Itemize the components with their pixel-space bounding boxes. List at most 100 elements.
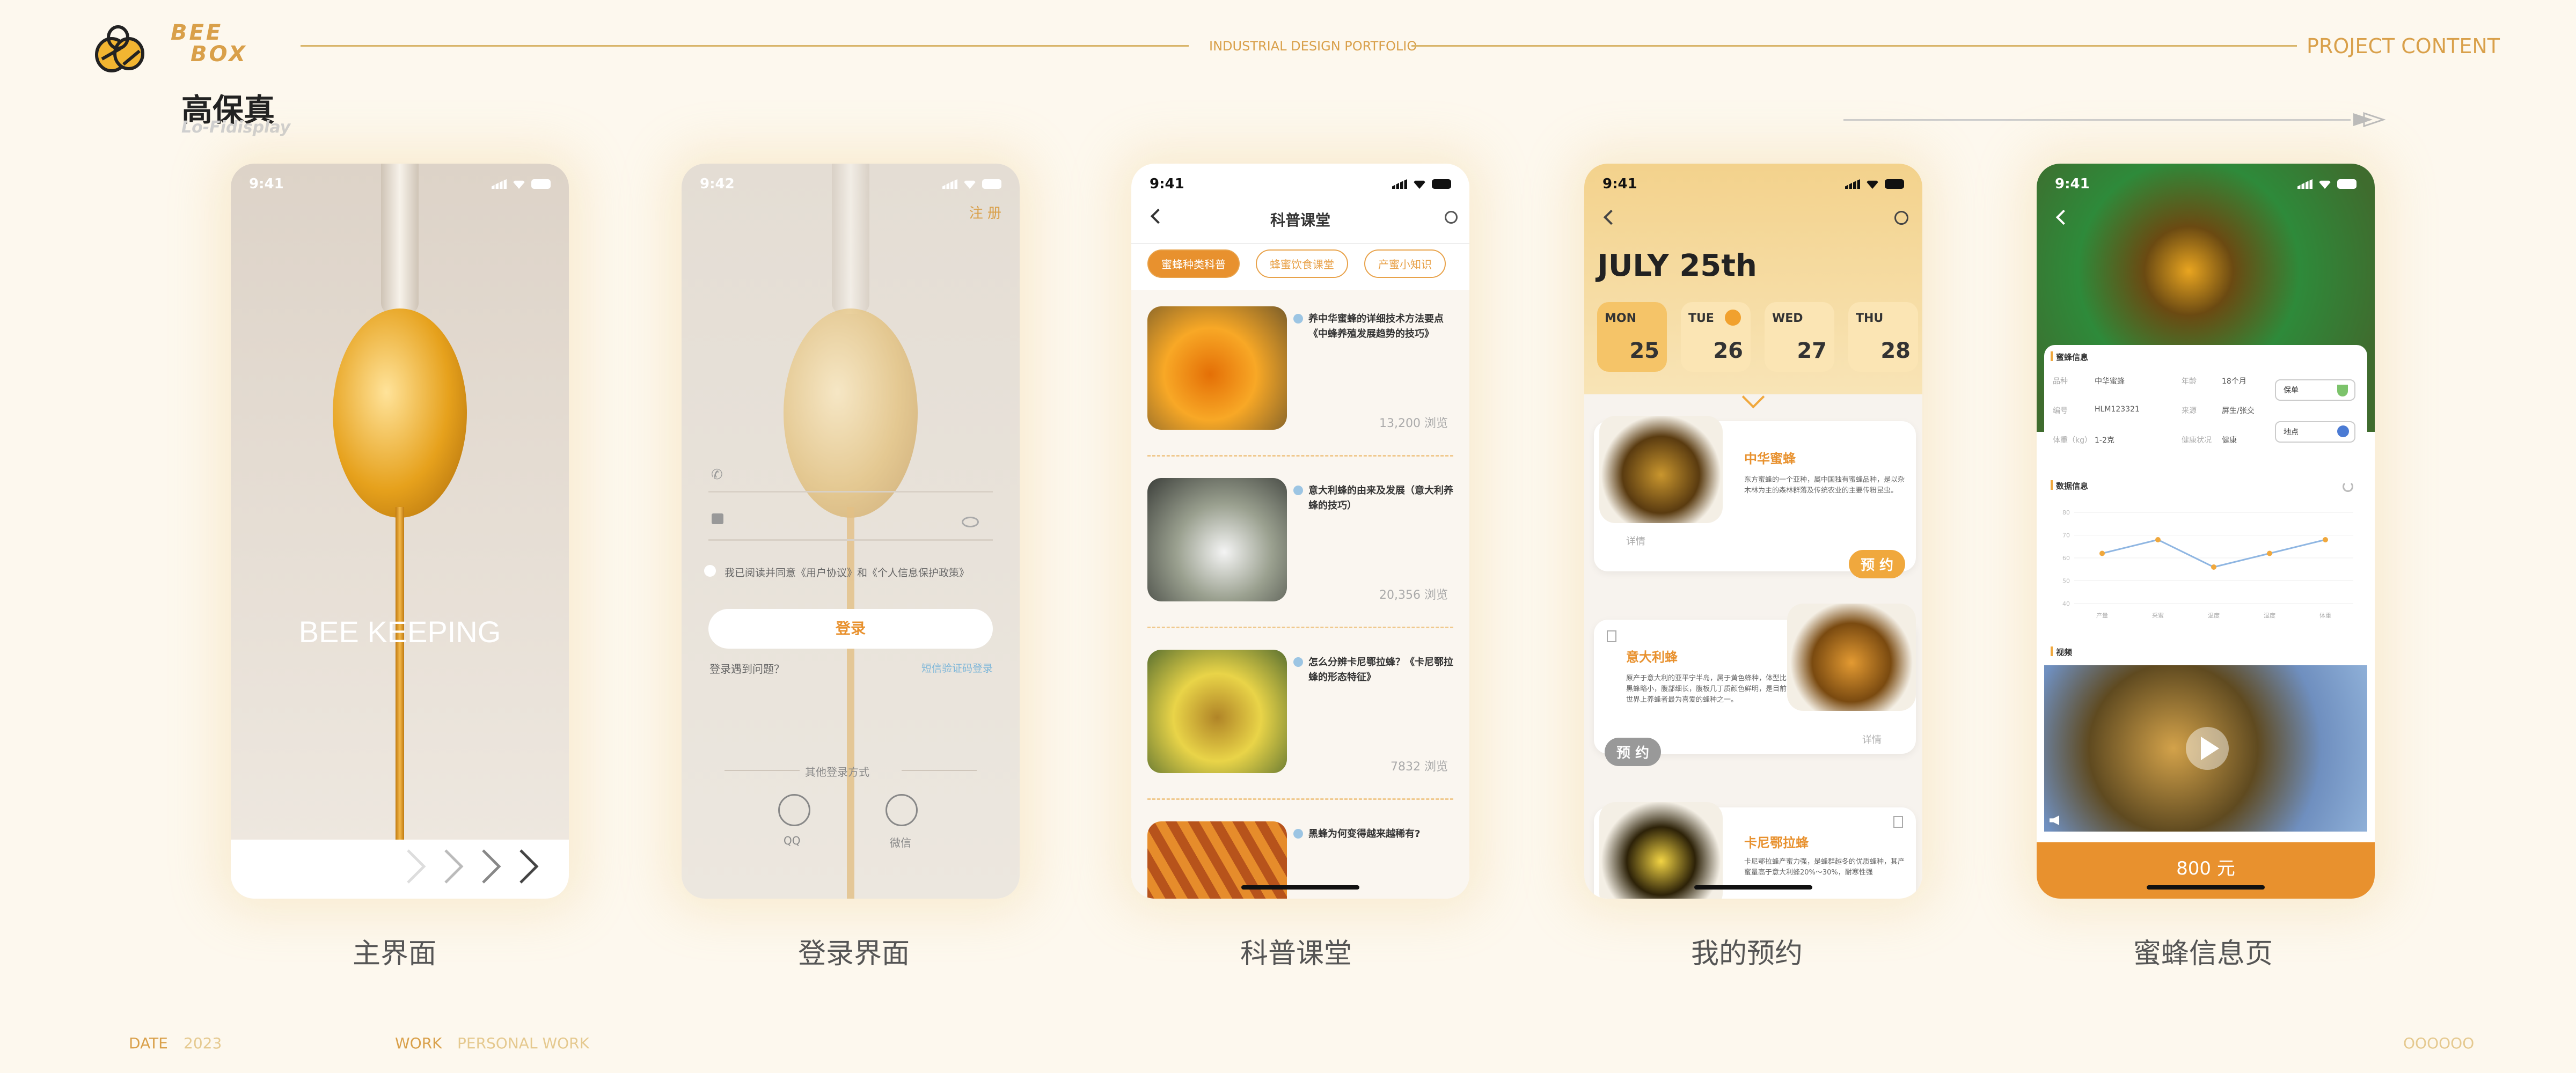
wechat-icon[interactable] [885, 794, 918, 826]
data-point [2211, 564, 2216, 570]
article-list: 养中华蜜蜂的详细技术方法要点《中蜂养殖发展趋势的技巧》 13,200 浏览 意大利… [1131, 290, 1469, 899]
data-title-bar [2051, 480, 2053, 490]
honey-dipper-head [333, 308, 467, 518]
tab-honey-tips[interactable]: 产蜜小知识 [1364, 249, 1446, 278]
bee-photo [1599, 802, 1723, 899]
footer-date-label: DATE [129, 1034, 168, 1052]
article-title: 怎么分辨卡尼鄂拉蜂？《卡尼鄂拉蜂的形态特征》 [1308, 657, 1453, 683]
info-value: 健康 [2222, 436, 2237, 445]
footer-work-value: PERSONAL WORK [457, 1034, 589, 1052]
article-views: 20,356 浏览 [1379, 589, 1448, 602]
book-button[interactable]: 预 约 [1848, 550, 1905, 578]
x-tick-label: 产量 [2096, 612, 2108, 619]
agreement-text: 我已阅读并同意《用户协议》和《个人信息保护政策》 [724, 567, 970, 579]
info-title: 蜜蜂信息 [2056, 352, 2089, 362]
arrow-icon [2353, 110, 2386, 129]
day-card-tue[interactable]: TUE 26 [1681, 302, 1751, 372]
x-tick-label: 湿度 [2264, 612, 2275, 619]
shield-icon [2337, 385, 2348, 396]
bookmark-icon[interactable] [1607, 630, 1616, 642]
info-value: HLM123321 [2095, 405, 2140, 414]
book-button[interactable]: 预 约 [1605, 738, 1662, 766]
screen-login: 9:42 注 册 ✆ 我已阅读并同意《用户协议》和《个人信息保护政策》 登录 登… [682, 164, 1020, 899]
tab-honey-diet[interactable]: 蜂蜜饮食课堂 [1256, 249, 1348, 278]
wechat-label: 微信 [890, 836, 911, 849]
honey-dipper [381, 164, 419, 314]
bee-photo [1599, 416, 1723, 523]
list-item[interactable]: 养中华蜜蜂的详细技术方法要点《中蜂养殖发展趋势的技巧》 13,200 浏览 [1147, 290, 1453, 457]
password-input[interactable] [708, 539, 993, 541]
phone-icon: ✆ [711, 467, 723, 483]
detail-link[interactable]: 详情 [1626, 534, 1645, 548]
status-time: 9:41 [249, 176, 284, 192]
qq-icon[interactable] [778, 794, 810, 826]
eye-icon[interactable] [962, 517, 979, 527]
brand-line2: BOX [191, 42, 247, 67]
honey-dipper-head [784, 308, 918, 518]
data-point [2155, 537, 2161, 542]
bee-name: 中华蜜蜂 [1744, 451, 1796, 466]
info-key: 来源 [2182, 407, 2197, 415]
login-button[interactable]: 登录 [708, 609, 993, 649]
status-time: 9:42 [700, 176, 735, 192]
tab-bee-types[interactable]: 蜜蜂种类科普 [1147, 249, 1240, 278]
detail-link[interactable]: 详情 [1862, 732, 1882, 746]
screen-booking: 9:41 JULY 25th MON 25 TUE 26 WED 27 THU 28 中… [1584, 164, 1922, 899]
footer-work-label: WORK [395, 1034, 442, 1052]
y-tick-label: 60 [2062, 555, 2070, 562]
decor-line [1843, 119, 2351, 121]
label-science: 科普课堂 [1240, 938, 1352, 970]
info-key: 年龄 [2182, 377, 2197, 386]
info-value: 中华蜜蜂 [2095, 377, 2125, 386]
project-content-title: PROJECT CONTENT [2307, 34, 2500, 58]
home-indicator [2147, 885, 2265, 890]
day-card-mon[interactable]: MON 25 [1597, 302, 1667, 372]
footer-date-value: 2023 [184, 1034, 222, 1052]
day-card-thu[interactable]: THU 28 [1848, 302, 1918, 372]
register-link[interactable]: 注 册 [969, 202, 1001, 222]
phone-input[interactable] [708, 491, 993, 493]
header-divider-left [301, 45, 1189, 47]
screen-home: 9:41 BEE KEEPING [231, 164, 569, 899]
list-item[interactable]: 黑蜂为何变得越来越稀有? [1147, 805, 1453, 899]
status-time: 9:41 [1150, 176, 1184, 192]
article-views: 13,200 浏览 [1379, 417, 1448, 430]
bee-name: 卡尼鄂拉蜂 [1744, 835, 1809, 850]
sms-login-link[interactable]: 短信验证码登录 [921, 660, 993, 675]
next-chevrons-icon[interactable] [402, 845, 553, 888]
data-point [2323, 537, 2328, 542]
tab-bar [1131, 243, 1469, 244]
refresh-icon[interactable] [2343, 481, 2353, 492]
info-key: 健康状况 [2182, 436, 2212, 445]
bee-card[interactable]: 意大利蜂 原产于意大利的亚平宁半岛，属于黄色蜂种，体型比黑蜂略小，腹部细长，腹板… [1594, 604, 1916, 766]
date-title: JULY 25th [1597, 248, 1757, 283]
divider-left [724, 770, 800, 771]
lock-icon [712, 513, 723, 524]
agree-checkbox[interactable] [704, 565, 716, 577]
login-problem-link[interactable]: 登录遇到问题？ [709, 660, 785, 676]
price-label: 800 元 [2176, 858, 2235, 879]
article-icon [1293, 657, 1303, 667]
line-chart: 80 70 60 50 40 产量 采蜜 温度 湿度 体重 [2062, 509, 2353, 619]
hero-text: BEE KEEPING [298, 615, 501, 649]
x-tick-label: 采蜜 [2152, 612, 2164, 619]
day-card-wed[interactable]: WED 27 [1765, 302, 1834, 372]
list-item[interactable]: 怎么分辨卡尼鄂拉蜂？《卡尼鄂拉蜂的形态特征》 7832 浏览 [1147, 634, 1453, 800]
search-icon[interactable] [1445, 211, 1458, 224]
bookmark-icon[interactable] [1893, 816, 1903, 828]
label-login: 登录界面 [797, 938, 910, 970]
x-tick-label: 温度 [2208, 612, 2220, 619]
article-views: 7832 浏览 [1391, 760, 1448, 774]
bee-card[interactable]: 中华蜜蜂 东方蜜蜂的一个亚种，属中国独有蜜蜂品种，是以杂木林为主的森林群落及传统… [1594, 416, 1916, 578]
article-icon [1293, 314, 1303, 324]
info-key: 编号 [2053, 407, 2068, 415]
info-key: 品种 [2053, 377, 2068, 386]
list-item[interactable]: 意大利蜂的由来及发展（意大利养蜂的技巧） 20,356 浏览 [1147, 462, 1453, 628]
screen-bee-info: 9:41 蜜蜂信息 品种 中华蜜蜂 年龄 18个月 编号 HLM123321 来… [2037, 164, 2375, 899]
search-icon[interactable] [1894, 211, 1908, 225]
series-line [2102, 539, 2326, 568]
label-home: 主界面 [352, 938, 436, 970]
y-tick-label: 50 [2062, 578, 2070, 585]
center-title: INDUSTRIAL DESIGN PORTFOLIO [1209, 39, 1417, 54]
article-title: 黑蜂为何变得越来越稀有? [1308, 828, 1421, 840]
